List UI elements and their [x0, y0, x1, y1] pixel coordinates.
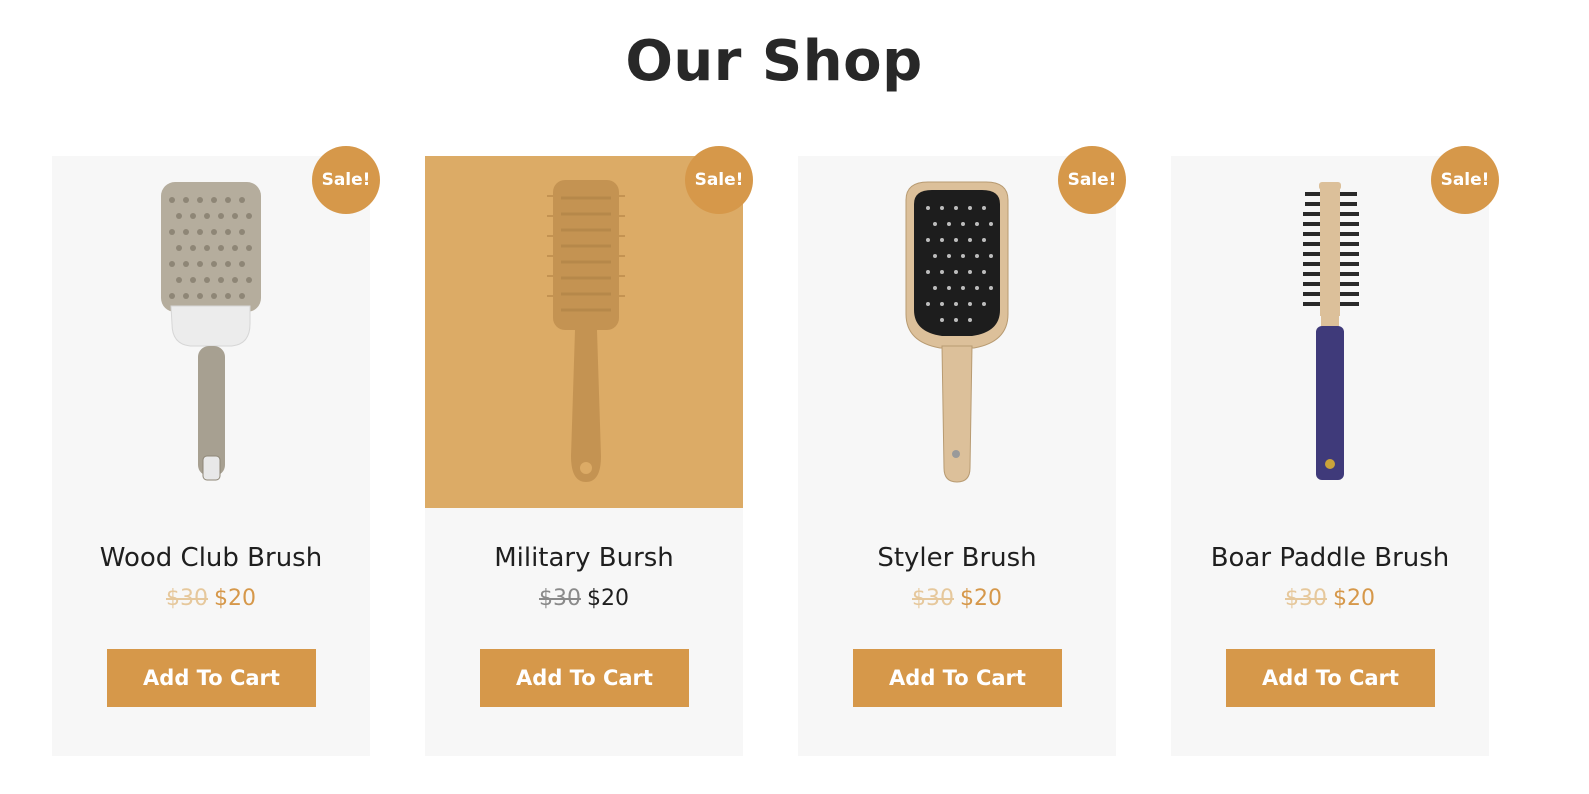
product-card[interactable]: Sale! Military Bursh $30 $20 Add To Cart — [425, 146, 753, 756]
sale-price: $20 — [1333, 586, 1375, 611]
product-card[interactable]: Sale! Boar Paddle Brush $30 $20 Add To Ca… — [1171, 146, 1499, 756]
add-to-cart-button[interactable]: Add To Cart — [107, 649, 316, 707]
old-price: $30 — [539, 586, 581, 611]
product-name[interactable]: Boar Paddle Brush — [1171, 540, 1489, 576]
price-group: $30 $20 — [798, 584, 1116, 614]
add-to-cart-button[interactable]: Add To Cart — [480, 649, 689, 707]
product-image[interactable] — [1171, 156, 1489, 508]
product-card[interactable]: Sale! Wood Club Brush $30 $20 Add To Cart — [52, 146, 380, 756]
sale-badge: Sale! — [1431, 146, 1499, 214]
sale-price: $20 — [587, 586, 629, 611]
old-price: $30 — [912, 586, 954, 611]
sale-badge: Sale! — [685, 146, 753, 214]
old-price: $30 — [166, 586, 208, 611]
product-name[interactable]: Military Bursh — [425, 540, 743, 576]
thin-round-brush-icon — [1303, 182, 1359, 480]
sale-price: $20 — [960, 586, 1002, 611]
product-card[interactable]: Sale! Styler Brush $30 $20 Add To Cart — [798, 146, 1126, 756]
product-name[interactable]: Wood Club Brush — [52, 540, 370, 576]
old-price: $30 — [1285, 586, 1327, 611]
sale-price: $20 — [214, 586, 256, 611]
price-group: $30 $20 — [52, 584, 370, 614]
add-to-cart-button[interactable]: Add To Cart — [853, 649, 1062, 707]
round-brush-icon — [161, 182, 261, 481]
product-image[interactable] — [425, 156, 743, 508]
paddle-brush-icon — [905, 181, 1009, 483]
product-image[interactable] — [798, 156, 1116, 508]
page-title: Our Shop — [625, 29, 923, 94]
sale-badge: Sale! — [1058, 146, 1126, 214]
sale-badge: Sale! — [312, 146, 380, 214]
product-image[interactable] — [52, 156, 370, 508]
product-name[interactable]: Styler Brush — [798, 540, 1116, 576]
price-group: $30 $20 — [425, 584, 743, 614]
price-group: $30 $20 — [1171, 584, 1489, 614]
vent-brush-icon — [547, 180, 625, 482]
add-to-cart-button[interactable]: Add To Cart — [1226, 649, 1435, 707]
